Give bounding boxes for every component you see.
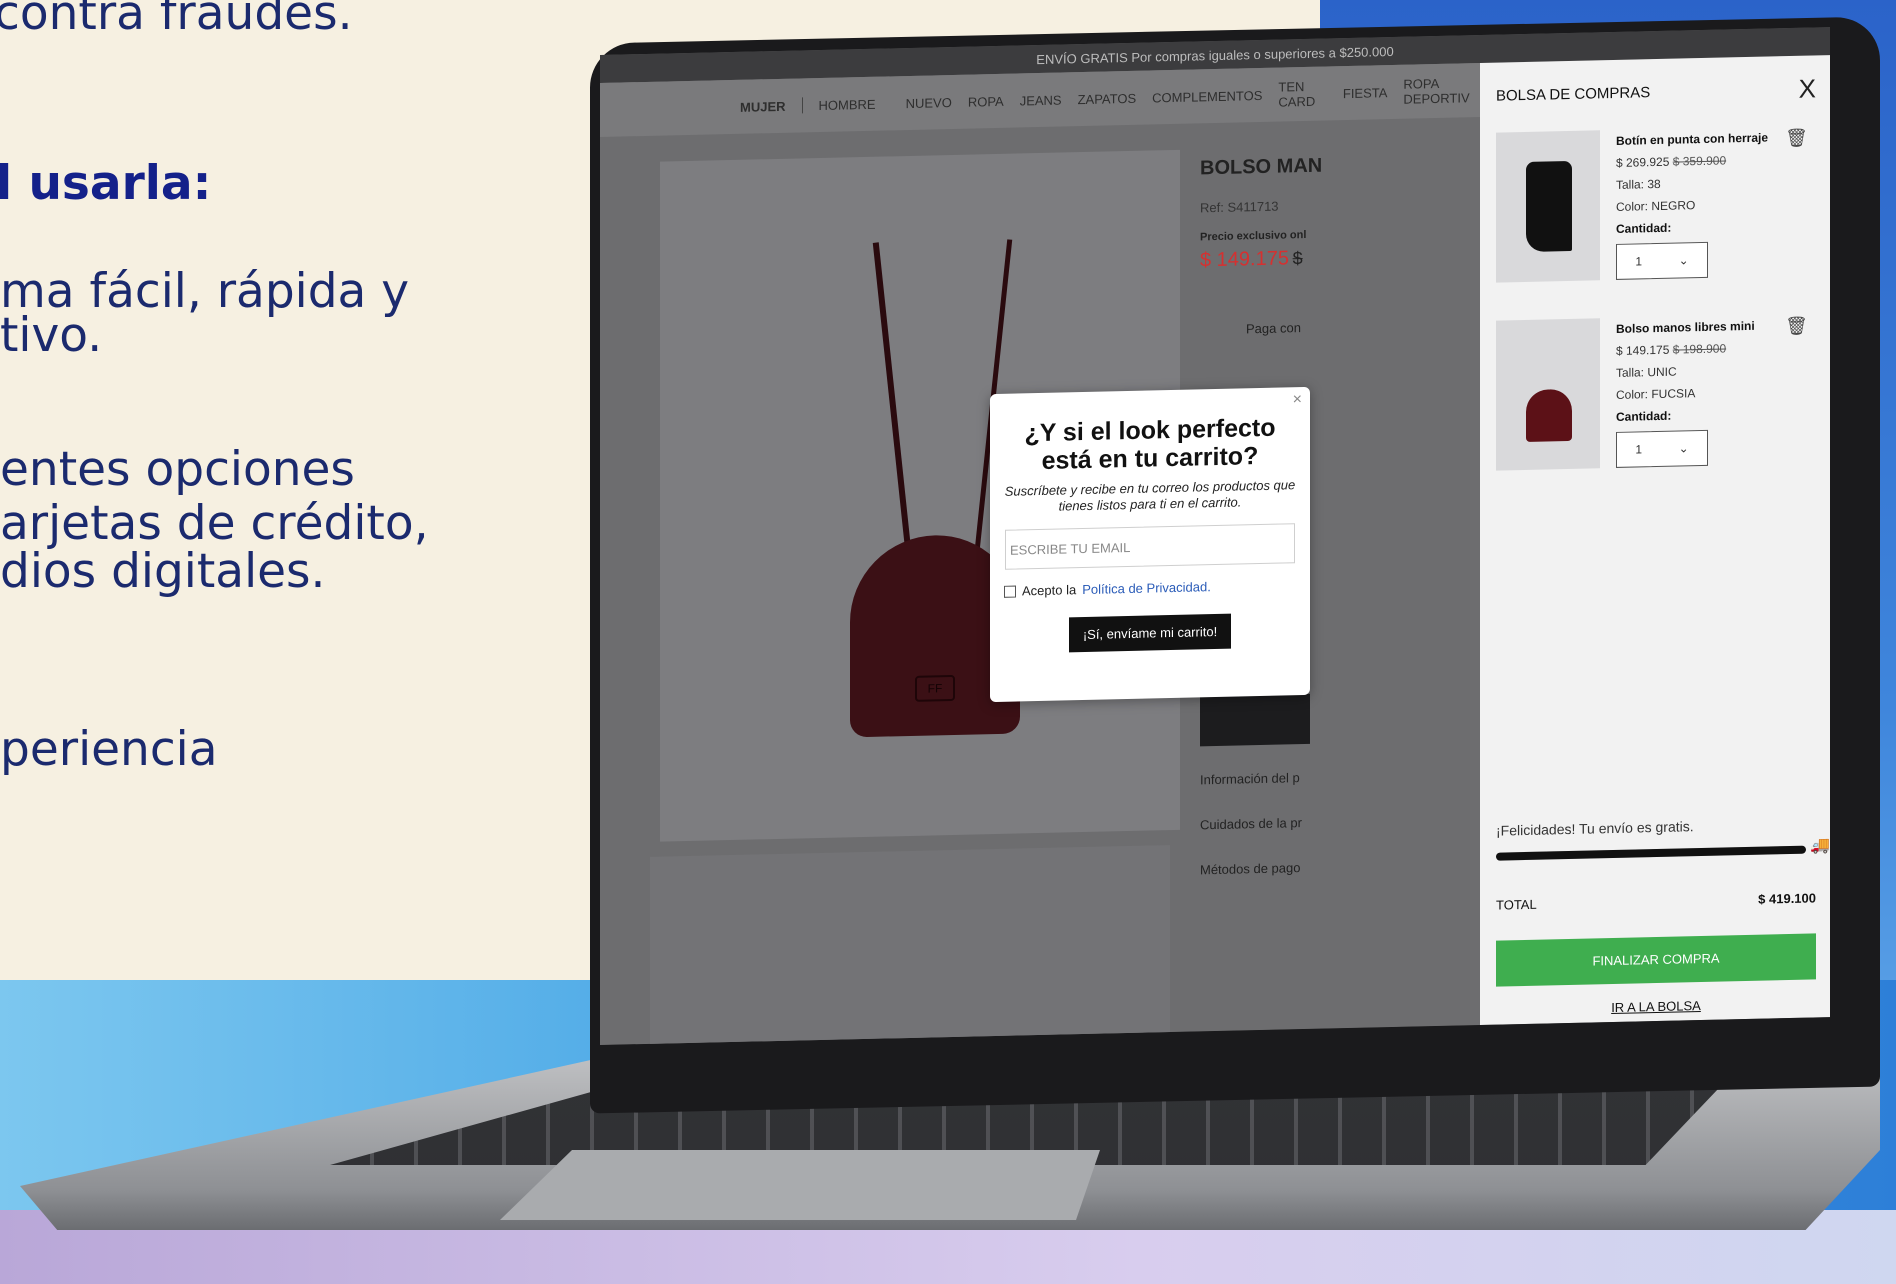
cart-item-price: $ 149.175 bbox=[1616, 342, 1670, 358]
shipping-progress-fill bbox=[1496, 845, 1806, 861]
trash-icon[interactable]: 🗑 bbox=[1785, 128, 1808, 150]
cart-item-qty-label: Cantidad: bbox=[1616, 220, 1672, 236]
cart-item-details: Botín en punta con herraje $ 269.925 $ 3… bbox=[1616, 126, 1786, 280]
boot-illustration bbox=[1526, 160, 1572, 252]
nav-complementos[interactable]: COMPLEMENTOS bbox=[1152, 87, 1262, 105]
quantity-select[interactable]: 1 ⌄ bbox=[1616, 429, 1708, 468]
send-cart-button[interactable]: ¡Sí, envíame mi carrito! bbox=[1068, 613, 1232, 653]
total-label: TOTAL bbox=[1496, 896, 1537, 913]
subscribe-modal: × ¿Y si el look perfecto está en tu carr… bbox=[990, 386, 1310, 703]
cart-item-image[interactable] bbox=[1496, 130, 1600, 283]
cart-item: Botín en punta con herraje $ 269.925 $ 3… bbox=[1496, 125, 1816, 287]
copy-p2a: entes opciones bbox=[0, 442, 355, 497]
truck-icon: 🚚 bbox=[1810, 837, 1830, 855]
cart-item-price-old: $ 198.900 bbox=[1672, 341, 1727, 357]
nav-ropa[interactable]: ROPA bbox=[968, 93, 1004, 109]
quantity-value: 1 bbox=[1635, 254, 1642, 269]
copy-p1b: tivo. bbox=[0, 308, 103, 363]
accept-label: Acepto la bbox=[1022, 582, 1077, 599]
copy-heading: l usarla: bbox=[0, 156, 212, 211]
total-value: $ 419.100 bbox=[1758, 890, 1816, 907]
email-input[interactable]: ESCRIBE TU EMAIL bbox=[1005, 523, 1295, 570]
product-ref: Ref: S411713 bbox=[1200, 198, 1279, 216]
nav-ropa-deportiva[interactable]: ROPA DEPORTIV bbox=[1403, 75, 1480, 107]
copy-line-1: contra fraudes. bbox=[0, 0, 353, 41]
product-page: MUJER HOMBRE NUEVO ROPA JEANS ZAPATOS CO… bbox=[600, 63, 1480, 1045]
close-icon[interactable]: X bbox=[1799, 73, 1816, 104]
info-accordion-2[interactable]: Cuidados de la pr bbox=[1200, 811, 1470, 832]
nav-nuevo[interactable]: NUEVO bbox=[906, 95, 952, 111]
cart-item: Bolso manos libres mini $ 149.175 $ 198.… bbox=[1496, 313, 1816, 475]
pay-with[interactable]: Paga con bbox=[1246, 316, 1470, 336]
cart-drawer: BOLSA DE COMPRAS X Botín en punta con he… bbox=[1480, 55, 1830, 1026]
nav-fiesta[interactable]: FIESTA bbox=[1343, 85, 1388, 101]
free-shipping-message: ¡Felicidades! Tu envío es gratis. bbox=[1496, 818, 1694, 839]
copy-p2c: dios digitales. bbox=[0, 544, 326, 599]
product-thumbnails[interactable] bbox=[650, 845, 1170, 1045]
quantity-select[interactable]: 1 ⌄ bbox=[1616, 241, 1708, 280]
cart-header: BOLSA DE COMPRAS X bbox=[1496, 71, 1816, 112]
buy-now-button[interactable] bbox=[1200, 693, 1310, 747]
laptop-trackpad bbox=[500, 1150, 1100, 1220]
cart-item-price: $ 269.925 bbox=[1616, 154, 1670, 170]
cart-item-details: Bolso manos libres mini $ 149.175 $ 198.… bbox=[1616, 314, 1786, 468]
cart-item-qty-label: Cantidad: bbox=[1616, 408, 1672, 424]
total-row: TOTAL $ 419.100 bbox=[1496, 890, 1816, 912]
product-price-old: $ bbox=[1292, 248, 1303, 269]
checkout-button[interactable]: FINALIZAR COMPRA bbox=[1496, 933, 1816, 987]
nav-separator bbox=[801, 97, 803, 114]
modal-subtitle: Suscríbete y recibe en tu correo los pro… bbox=[1004, 477, 1296, 514]
minibag-illustration bbox=[1526, 388, 1572, 442]
privacy-link[interactable]: Política de Privacidad. bbox=[1082, 579, 1211, 597]
laptop-screen: ENVÍO GRATIS Por compras iguales o super… bbox=[600, 27, 1830, 1045]
product-title: BOLSO MAN bbox=[1200, 154, 1323, 180]
shipping-progress-bar bbox=[1496, 845, 1806, 861]
copy-p2b: arjetas de crédito, bbox=[0, 496, 429, 551]
nav-ten-card[interactable]: TEN CARD bbox=[1278, 79, 1326, 110]
chevron-down-icon: ⌄ bbox=[1678, 441, 1689, 456]
cart-item-image[interactable] bbox=[1496, 318, 1600, 471]
go-to-bag-link[interactable]: IR A LA BOLSA bbox=[1496, 995, 1816, 1017]
nav-hombre[interactable]: HOMBRE bbox=[819, 96, 876, 112]
cart-item-name[interactable]: Botín en punta con herraje bbox=[1616, 126, 1786, 152]
quantity-value: 1 bbox=[1635, 442, 1642, 457]
trash-icon[interactable]: 🗑 bbox=[1785, 316, 1808, 338]
modal-title: ¿Y si el look perfecto está en tu carrit… bbox=[1024, 413, 1276, 475]
cart-title: BOLSA DE COMPRAS bbox=[1496, 83, 1651, 105]
info-accordion-1[interactable]: Información del p bbox=[1200, 766, 1470, 787]
nav-mujer[interactable]: MUJER bbox=[740, 98, 786, 114]
modal-close-icon[interactable]: × bbox=[1293, 391, 1302, 409]
bag-logo: FF bbox=[915, 674, 955, 702]
product-price: $ 149.175 bbox=[1200, 247, 1289, 272]
privacy-checkbox-row: Acepto la Política de Privacidad. bbox=[1004, 577, 1296, 599]
info-accordion-3[interactable]: Métodos de pago bbox=[1200, 856, 1470, 877]
cart-item-price-old: $ 359.900 bbox=[1672, 153, 1727, 169]
bag-strap bbox=[872, 242, 914, 571]
chevron-down-icon: ⌄ bbox=[1678, 253, 1689, 268]
copy-p3: periencia bbox=[0, 722, 218, 777]
nav-zapatos[interactable]: ZAPATOS bbox=[1078, 90, 1137, 106]
privacy-checkbox[interactable] bbox=[1004, 585, 1016, 598]
nav-jeans[interactable]: JEANS bbox=[1020, 92, 1062, 108]
product-exclusive: Precio exclusivo onl bbox=[1200, 228, 1307, 244]
